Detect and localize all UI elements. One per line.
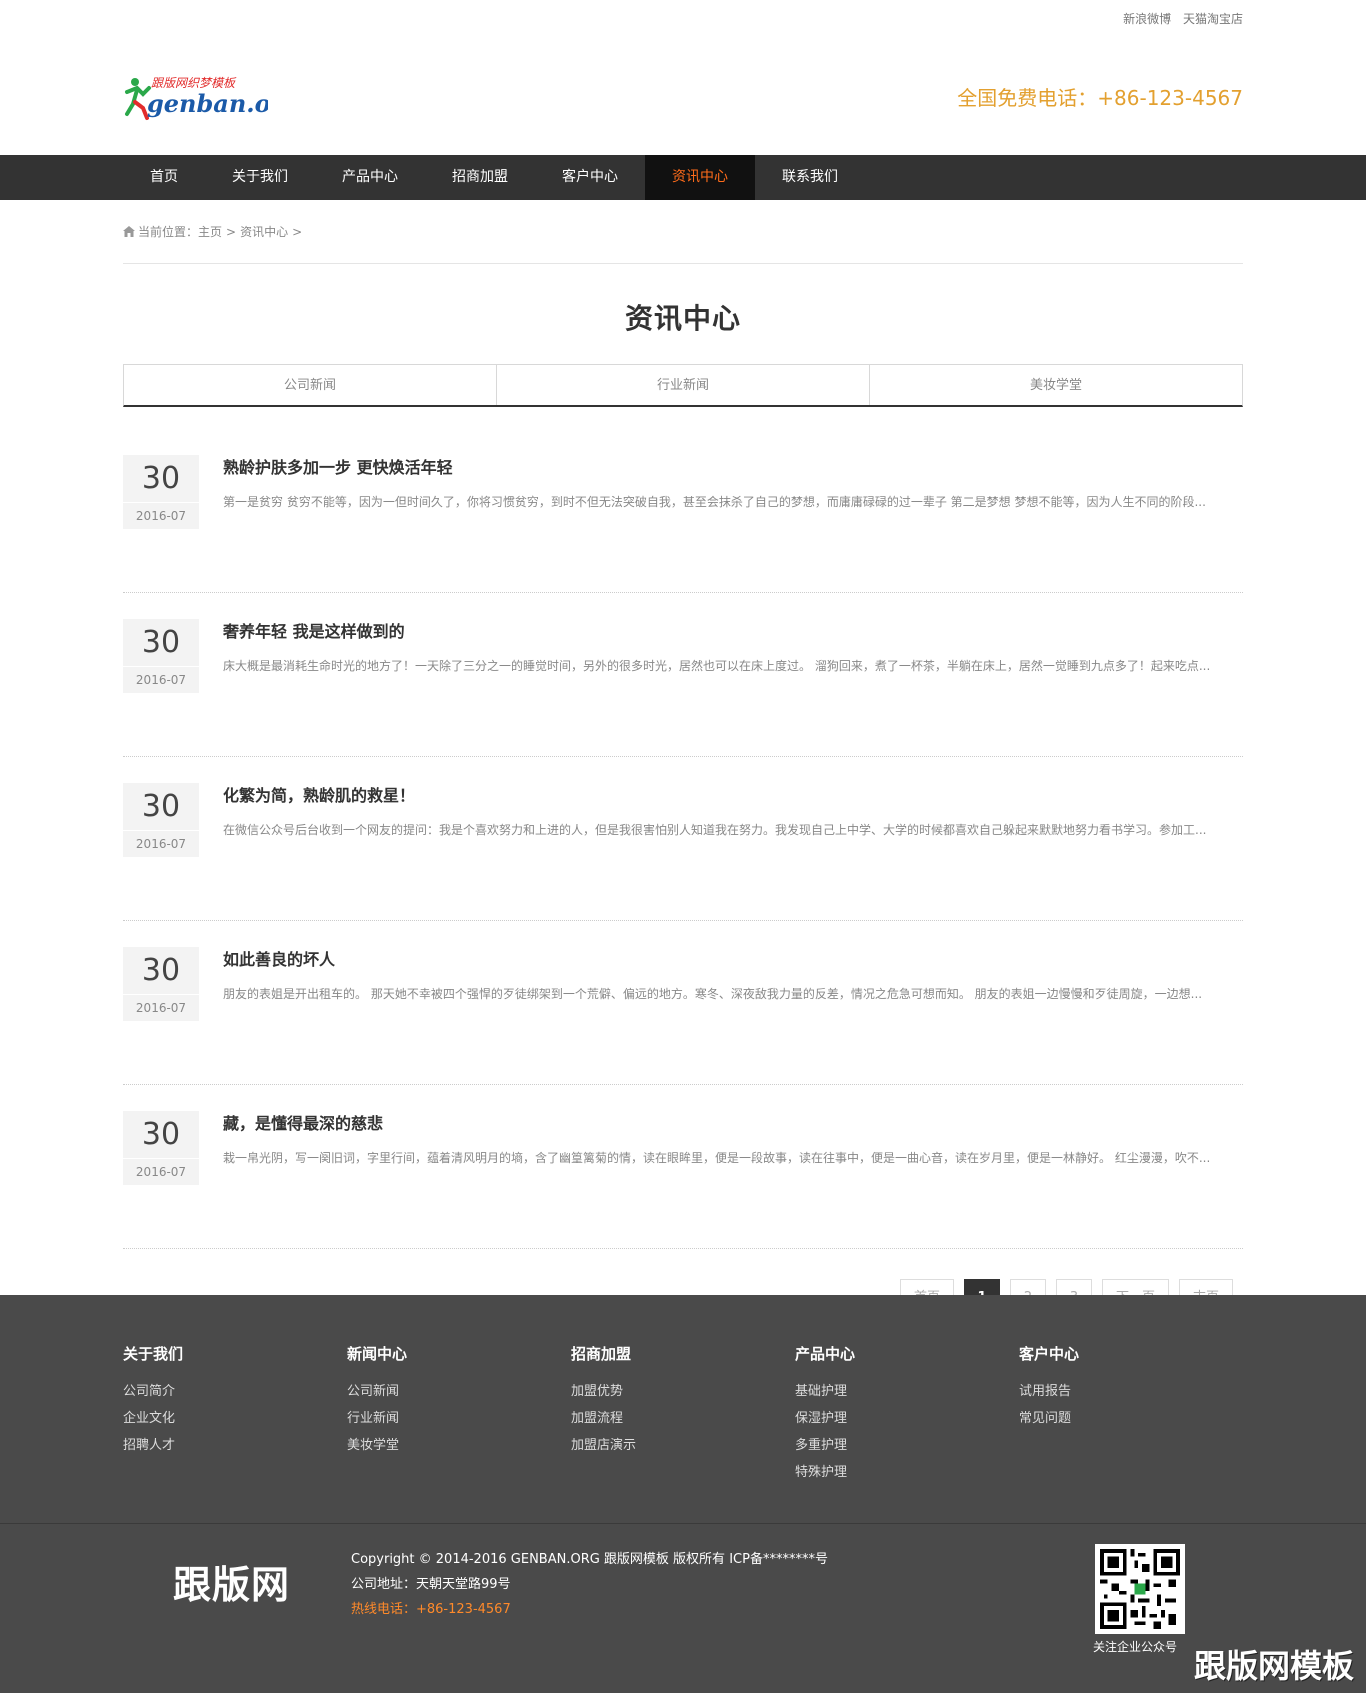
date-year-month: 2016-07 (135, 1001, 187, 1015)
copyright-text: Copyright © 2014-2016 GENBAN.ORG 跟版网模板 版… (351, 1552, 828, 1567)
date-year-month: 2016-07 (135, 1165, 187, 1179)
footer-link[interactable]: 招聘人才 (123, 1432, 347, 1459)
footer-link[interactable]: 基础护理 (795, 1378, 1019, 1405)
news-item[interactable]: 30 2016-07 如此善良的坏人 朋友的表姐是开出租车的。 那天她不幸被四个… (123, 947, 1243, 1085)
footer-link[interactable]: 保湿护理 (795, 1405, 1019, 1432)
footer-hotline: 热线电话：+86-123-4567 (351, 1602, 511, 1617)
qr-code (1095, 1544, 1185, 1634)
footer-column-title[interactable]: 招商加盟 (571, 1343, 795, 1364)
news-summary: 栽一帛光阴，写一阕旧词，字里行间，蕴着清风明月的墒，含了幽篁篱菊的情，读在眼眸里… (223, 1151, 1211, 1165)
footer-column-about: 关于我们 公司简介 企业文化 招聘人才 (123, 1343, 347, 1523)
footer-link[interactable]: 多重护理 (795, 1432, 1019, 1459)
news-summary: 床大概是最消耗生命时光的地方了！一天除了三分之一的睡觉时间，另外的很多时光，居然… (223, 659, 1211, 673)
nav-item-home[interactable]: 首页 (123, 155, 205, 200)
news-item[interactable]: 30 2016-07 奢养年轻 我是这样做到的 床大概是最消耗生命时光的地方了！… (123, 619, 1243, 757)
date-year-month: 2016-07 (135, 673, 187, 687)
footer-column-title[interactable]: 关于我们 (123, 1343, 347, 1364)
news-summary: 第一是贫穷 贫穷不能等，因为一但时间久了，你将习惯贫穷，到时不但无法突破自我，甚… (223, 495, 1206, 509)
site-footer: 关于我们 公司简介 企业文化 招聘人才 新闻中心 公司新闻 行业新闻 美妆学堂 … (0, 1295, 1366, 1693)
footer-link[interactable]: 加盟流程 (571, 1405, 795, 1432)
address-text: 公司地址：天朝天堂路99号 (351, 1577, 511, 1592)
date-day: 30 (123, 783, 199, 831)
footer-info: Copyright © 2014-2016 GENBAN.ORG 跟版网模板 版… (351, 1547, 828, 1622)
weibo-link[interactable]: 新浪微博 (1123, 12, 1171, 26)
footer-link[interactable]: 常见问题 (1019, 1405, 1243, 1432)
category-tabs: 公司新闻 行业新闻 美妆学堂 (123, 364, 1243, 407)
footer-link[interactable]: 公司新闻 (347, 1378, 571, 1405)
date-box: 30 2016-07 (123, 619, 199, 693)
main-nav: 首页 关于我们 产品中心 招商加盟 客户中心 资讯中心 联系我们 (0, 155, 1366, 200)
logo-en-text: genban.org (147, 89, 268, 118)
breadcrumb-separator: > (292, 224, 303, 239)
footer-column-products: 产品中心 基础护理 保湿护理 多重护理 特殊护理 (795, 1343, 1019, 1523)
footer-link[interactable]: 特殊护理 (795, 1459, 1019, 1486)
footer-column-title[interactable]: 产品中心 (795, 1343, 1019, 1364)
news-item[interactable]: 30 2016-07 熟龄护肤多加一步 更快焕活年轻 第一是贫穷 贫穷不能等，因… (123, 455, 1243, 593)
nav-item-customers[interactable]: 客户中心 (535, 155, 645, 200)
news-title[interactable]: 奢养年轻 我是这样做到的 (223, 621, 1243, 643)
news-list: 30 2016-07 熟龄护肤多加一步 更快焕活年轻 第一是贫穷 贫穷不能等，因… (123, 455, 1243, 1249)
date-day: 30 (123, 1111, 199, 1159)
date-box: 30 2016-07 (123, 1111, 199, 1185)
footer-logo: 跟版网 (173, 1562, 291, 1607)
news-title[interactable]: 化繁为简，熟龄肌的救星！ (223, 785, 1243, 807)
nav-item-franchise[interactable]: 招商加盟 (425, 155, 535, 200)
footer-link[interactable]: 行业新闻 (347, 1405, 571, 1432)
nav-item-news[interactable]: 资讯中心 (645, 155, 755, 200)
breadcrumb: 当前位置： 主页 > 资讯中心 > (123, 200, 1243, 264)
home-icon (123, 226, 135, 237)
breadcrumb-separator: > (226, 224, 237, 239)
date-year-month: 2016-07 (135, 837, 187, 851)
news-item[interactable]: 30 2016-07 藏，是懂得最深的慈悲 栽一帛光阴，写一阕旧词，字里行间，蕴… (123, 1111, 1243, 1249)
tab-company-news[interactable]: 公司新闻 (124, 365, 497, 405)
qr-code-icon (1100, 1549, 1180, 1629)
footer-link[interactable]: 公司简介 (123, 1378, 347, 1405)
header-hotline: 全国免费电话：+86-123-4567 (957, 86, 1243, 110)
logo-cn-text: 跟版网织梦模板 (151, 76, 237, 90)
footer-link[interactable]: 加盟优势 (571, 1378, 795, 1405)
date-day: 30 (123, 455, 199, 503)
footer-column-title[interactable]: 新闻中心 (347, 1343, 571, 1364)
tab-beauty-school[interactable]: 美妆学堂 (870, 365, 1242, 405)
news-summary: 朋友的表姐是开出租车的。 那天她不幸被四个强悍的歹徒绑架到一个荒僻、偏远的地方。… (223, 987, 1203, 1001)
tmall-link[interactable]: 天猫淘宝店 (1183, 12, 1243, 26)
news-summary: 在微信公众号后台收到一个网友的提问：我是个喜欢努力和上进的人，但是我很害怕别人知… (223, 823, 1207, 837)
footer-column-news: 新闻中心 公司新闻 行业新闻 美妆学堂 (347, 1343, 571, 1523)
nav-item-about[interactable]: 关于我们 (205, 155, 315, 200)
tab-industry-news[interactable]: 行业新闻 (497, 365, 870, 405)
footer-link[interactable]: 企业文化 (123, 1405, 347, 1432)
breadcrumb-label: 当前位置： (138, 224, 199, 239)
site-logo[interactable]: 跟版网织梦模板 genban.org (123, 74, 300, 122)
news-title[interactable]: 熟龄护肤多加一步 更快焕活年轻 (223, 457, 1243, 479)
footer-link[interactable]: 加盟店演示 (571, 1432, 795, 1459)
watermark: 跟版网模板 (1193, 1647, 1354, 1685)
footer-column-customers: 客户中心 试用报告 常见问题 (1019, 1343, 1243, 1523)
logo-graphic: 跟版网织梦模板 genban.org (125, 76, 300, 120)
page-title: 资讯中心 (624, 302, 741, 335)
breadcrumb-news-link[interactable]: 资讯中心 (240, 200, 288, 264)
qr-label: 关注企业公众号 (1093, 1640, 1178, 1654)
news-title[interactable]: 如此善良的坏人 (223, 949, 1243, 971)
breadcrumb-home-link[interactable]: 主页 (198, 200, 222, 264)
footer-link[interactable]: 美妆学堂 (347, 1432, 571, 1459)
date-year-month: 2016-07 (135, 509, 187, 523)
news-title[interactable]: 藏，是懂得最深的慈悲 (223, 1113, 1243, 1135)
date-box: 30 2016-07 (123, 455, 199, 529)
footer-link[interactable]: 试用报告 (1019, 1378, 1243, 1405)
nav-item-contact[interactable]: 联系我们 (755, 155, 865, 200)
nav-item-products[interactable]: 产品中心 (315, 155, 425, 200)
footer-column-franchise: 招商加盟 加盟优势 加盟流程 加盟店演示 (571, 1343, 795, 1523)
top-links: 新浪微博 天猫淘宝店 (1115, 10, 1243, 27)
footer-column-title[interactable]: 客户中心 (1019, 1343, 1243, 1364)
date-day: 30 (123, 619, 199, 667)
date-box: 30 2016-07 (123, 783, 199, 857)
news-item[interactable]: 30 2016-07 化繁为简，熟龄肌的救星！ 在微信公众号后台收到一个网友的提… (123, 783, 1243, 921)
date-box: 30 2016-07 (123, 947, 199, 1021)
date-day: 30 (123, 947, 199, 995)
